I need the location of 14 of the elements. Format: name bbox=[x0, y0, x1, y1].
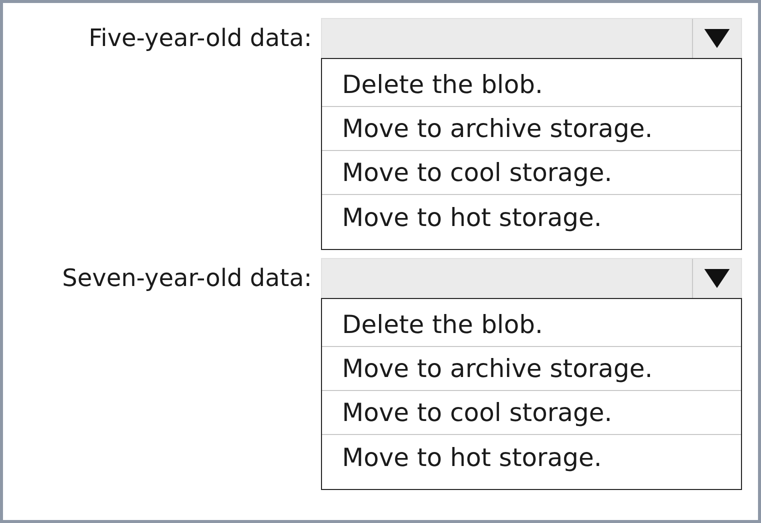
dropdown-field[interactable] bbox=[321, 258, 742, 298]
dropdown-option[interactable]: Move to archive storage. bbox=[322, 107, 741, 151]
field-label: Five-year-old data: bbox=[88, 24, 312, 52]
dropdown-option[interactable]: Move to cool storage. bbox=[322, 391, 741, 435]
dropdown-option[interactable]: Move to archive storage. bbox=[322, 347, 741, 391]
dropdown-field[interactable] bbox=[321, 18, 742, 58]
caret-icon bbox=[704, 269, 730, 288]
dropdown-option[interactable]: Delete the blob. bbox=[322, 303, 741, 347]
dropdown-option[interactable]: Move to cool storage. bbox=[322, 151, 741, 195]
dropdown-option[interactable]: Move to hot storage. bbox=[322, 435, 741, 479]
field-label: Seven-year-old data: bbox=[62, 264, 312, 292]
dropdown-option[interactable]: Move to hot storage. bbox=[322, 195, 741, 239]
dropdown-option[interactable]: Delete the blob. bbox=[322, 63, 741, 107]
caret-icon bbox=[704, 29, 730, 48]
